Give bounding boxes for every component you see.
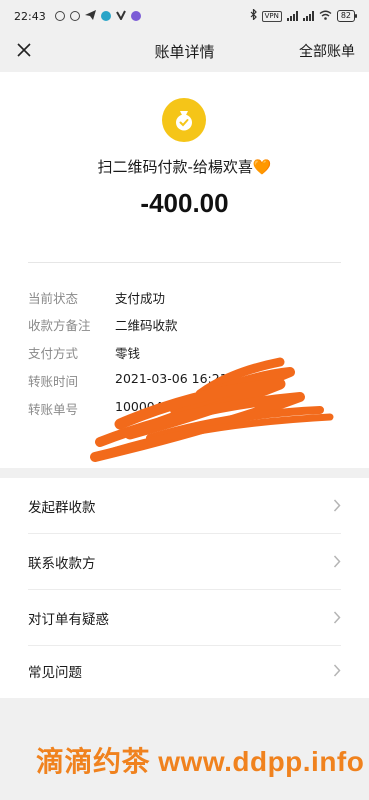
status-time: 22:43 (14, 9, 46, 23)
detail-label: 支付方式 (28, 346, 79, 361)
vpn-badge: VPN (261, 10, 282, 22)
telegram-icon (84, 9, 96, 23)
list-item-contact-payee[interactable]: 联系收款方 (0, 534, 369, 589)
list-item-order-question[interactable]: 对订单有疑惑 (0, 590, 369, 645)
chevron-right-icon (333, 611, 341, 624)
battery-indicator: 82 (336, 10, 358, 22)
list-item-group-collect[interactable]: 发起群收款 (0, 478, 369, 533)
detail-label: 转账单号 (28, 402, 79, 417)
status-bar: 22:43 VPN 82 (0, 0, 369, 32)
list-item-label: 对订单有疑惑 (28, 611, 109, 628)
transaction-card: 扫二维码付款-给楊欢喜🧡 -400.00 当前状态 支付成功 收款方备注 二维码… (0, 72, 369, 468)
signal-bars-2-icon (302, 11, 314, 21)
check-v-icon (115, 10, 126, 23)
bluetooth-icon (250, 8, 257, 23)
detail-row-payment-method: 支付方式 零钱 (28, 343, 140, 362)
detail-label: 收款方备注 (28, 318, 91, 333)
orange-heart-icon: 🧡 (252, 158, 272, 176)
detail-value: 2021-03-06 16:21:1 (115, 371, 240, 386)
money-bag-check-icon (162, 98, 206, 142)
detail-row-transfer-number: 转账单号 10000490 (28, 399, 179, 418)
wifi-icon (319, 10, 332, 23)
detail-value: 二维码收款 (115, 318, 178, 333)
muted-bell-icon (54, 11, 65, 21)
chevron-right-icon (333, 664, 341, 677)
chevron-right-icon (333, 555, 341, 568)
action-list: 发起群收款 联系收款方 对订单有疑惑 常见问题 (0, 478, 369, 698)
detail-value: 支付成功 (115, 291, 166, 306)
signal-bars-icon (286, 11, 298, 21)
transaction-title: 扫二维码付款-给楊欢喜🧡 (0, 156, 369, 177)
chevron-right-icon (333, 499, 341, 512)
nav-header: 账单详情 全部账单 (0, 32, 369, 70)
alarm-clock-icon (69, 11, 80, 21)
list-item-faq[interactable]: 常见问题 (0, 643, 369, 698)
detail-row-status: 当前状态 支付成功 (28, 288, 165, 307)
detail-label: 转账时间 (28, 374, 79, 389)
status-right: VPN 82 (250, 8, 358, 23)
detail-value: 零钱 (115, 346, 141, 361)
list-item-label: 联系收款方 (28, 555, 96, 572)
page-title: 账单详情 (154, 42, 215, 61)
app-notification-icon (100, 11, 111, 21)
all-bills-link[interactable]: 全部账单 (299, 41, 355, 61)
detail-value: 10000490 (115, 399, 179, 414)
messenger-icon (130, 11, 141, 21)
watermark: 滴滴约茶 www.ddpp.info (36, 746, 365, 777)
detail-label: 当前状态 (28, 291, 79, 306)
transaction-title-text: 扫二维码付款-给楊欢喜 (97, 158, 253, 176)
divider (28, 262, 341, 263)
detail-row-transfer-time: 转账时间 2021-03-06 16:21:1 (28, 371, 240, 390)
detail-row-payee-note: 收款方备注 二维码收款 (28, 315, 178, 334)
transaction-amount: -400.00 (140, 188, 229, 218)
list-item-label: 发起群收款 (28, 499, 96, 516)
status-left: 22:43 (14, 9, 141, 23)
close-icon (17, 43, 31, 57)
list-item-label: 常见问题 (28, 664, 82, 681)
close-button[interactable] (10, 36, 38, 64)
